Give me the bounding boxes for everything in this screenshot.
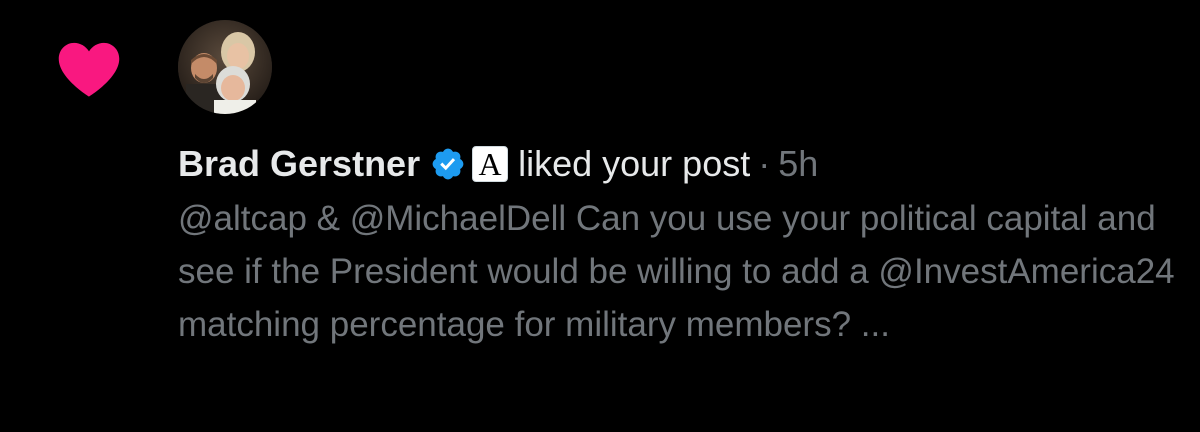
notification-content: Brad Gerstner A liked your post · 5h @al… xyxy=(178,136,1178,351)
verified-badge-icon[interactable] xyxy=(430,146,466,182)
post-excerpt[interactable]: @altcap & @MichaelDell Can you use your … xyxy=(178,192,1178,351)
heart-icon xyxy=(58,42,120,97)
timestamp[interactable]: 5h xyxy=(778,136,818,192)
notification-headline: Brad Gerstner A liked your post · 5h xyxy=(178,136,1178,192)
avatar[interactable] xyxy=(178,20,272,114)
separator-dot: · xyxy=(758,143,771,184)
like-notification[interactable]: Brad Gerstner A liked your post · 5h @al… xyxy=(0,0,1200,432)
affiliate-badge-icon[interactable]: A xyxy=(472,146,509,182)
action-text: liked your post xyxy=(518,143,751,184)
author-name[interactable]: Brad Gerstner xyxy=(178,136,420,192)
